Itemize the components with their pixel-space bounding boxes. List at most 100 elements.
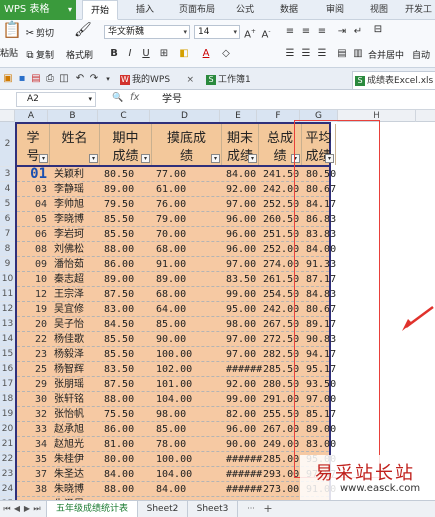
doc-tab-grades[interactable]: S 成绩表Excel.xls [352, 71, 435, 89]
table-cell[interactable]: 285.00 [263, 452, 304, 467]
header-cell[interactable]: 姓名 ▾ [50, 124, 100, 165]
cut-button[interactable]: ✂ 剪切 [24, 26, 54, 40]
column-header-h[interactable]: H [338, 110, 416, 122]
underline-icon[interactable]: U [140, 48, 152, 60]
table-cell[interactable]: 84.17 [306, 197, 337, 212]
table-cell[interactable]: 267.50 [263, 317, 304, 332]
header-cell[interactable]: 摸底成绩 ▾ [152, 124, 222, 165]
table-cell[interactable]: 85.50 [104, 227, 154, 242]
table-cell[interactable]: 89.00 [104, 272, 154, 287]
table-cell[interactable]: 242.00 [263, 182, 304, 197]
filter-dropdown-icon[interactable]: ▾ [325, 154, 334, 163]
table-cell[interactable]: 80.50 [306, 167, 337, 182]
tab-home[interactable]: 开始 [82, 0, 118, 20]
table-cell[interactable]: 79.00 [156, 212, 224, 227]
table-cell[interactable]: 83.83 [306, 227, 337, 242]
table-cell[interactable]: 吴宜修 [54, 302, 102, 317]
add-sheet-icon[interactable]: + [262, 503, 274, 515]
table-cell[interactable]: 241.50 [263, 167, 304, 182]
table-cell[interactable]: 23 [17, 347, 47, 362]
table-cell[interactable]: 84.00 [306, 242, 337, 257]
table-cell[interactable]: 19 [17, 302, 47, 317]
fx-button[interactable]: fx [130, 92, 139, 103]
table-cell[interactable]: 68.00 [156, 242, 224, 257]
distribute-icon[interactable]: ▤ [336, 48, 348, 60]
table-cell[interactable]: 李帅旭 [54, 197, 102, 212]
table-cell[interactable]: 83.00 [104, 302, 154, 317]
table-cell[interactable]: 75.50 [104, 407, 154, 422]
sheet-tab-sheet3[interactable]: Sheet3 [188, 501, 238, 517]
table-cell[interactable]: 80.00 [104, 452, 154, 467]
table-cell[interactable]: 96.00 [226, 227, 261, 242]
next-sheet-icon[interactable]: ▶ [22, 503, 32, 515]
table-cell[interactable]: 91.00 [156, 257, 224, 272]
table-cell[interactable]: 251.50 [263, 227, 304, 242]
table-cell[interactable]: 96.00 [226, 422, 261, 437]
filter-dropdown-icon[interactable]: ▾ [291, 154, 300, 163]
formula-input[interactable]: 学号 [150, 92, 435, 107]
auto-wrap-label[interactable]: 自动 [412, 48, 430, 61]
border-icon[interactable]: ⊞ [158, 48, 170, 60]
table-cell[interactable]: 87.50 [104, 287, 154, 302]
format-painter-button[interactable]: 🖌 [74, 23, 92, 40]
header-cell[interactable]: 总成绩 ▾ [259, 124, 302, 165]
filter-dropdown-icon[interactable]: ▾ [39, 154, 48, 163]
table-cell[interactable]: 252.00 [263, 242, 304, 257]
table-cell[interactable]: 张轩铭 [54, 392, 102, 407]
table-cell[interactable]: 88.00 [104, 392, 154, 407]
chevron-down-icon[interactable]: ▾ [102, 73, 114, 85]
table-cell[interactable]: 88.00 [104, 242, 154, 257]
table-cell[interactable]: 84.00 [156, 482, 224, 497]
align-top-icon[interactable]: ≡ [284, 26, 296, 38]
table-cell[interactable]: 赵旭光 [54, 437, 102, 452]
select-all-corner[interactable] [0, 110, 15, 122]
table-cell[interactable]: 254.50 [263, 287, 304, 302]
align-center-icon[interactable]: ☰ [300, 48, 312, 60]
table-cell[interactable]: 34 [17, 437, 47, 452]
clear-format-icon[interactable]: ◇ [220, 48, 232, 60]
table-cell[interactable]: 82.00 [226, 407, 261, 422]
table-cell[interactable]: 85.00 [156, 317, 224, 332]
table-cell[interactable]: 张怡帆 [54, 407, 102, 422]
row-header[interactable]: 23 [0, 467, 15, 482]
table-cell[interactable]: 32 [17, 407, 47, 422]
table-cell[interactable]: 刘佛松 [54, 242, 102, 257]
doc-tab-workbook1[interactable]: S 工作簿1 [204, 71, 294, 89]
table-cell[interactable]: 10 [17, 272, 47, 287]
table-cell[interactable]: 84.00 [104, 467, 154, 482]
table-cell[interactable]: 李岩珂 [54, 227, 102, 242]
align-right-icon[interactable]: ☰ [316, 48, 328, 60]
table-cell[interactable]: 85.50 [104, 332, 154, 347]
row-header[interactable]: 5 [0, 197, 15, 212]
row-header[interactable]: 15 [0, 347, 15, 362]
table-cell[interactable]: 80.67 [306, 182, 337, 197]
row-header[interactable]: 17 [0, 377, 15, 392]
table-cell[interactable]: 朱晓博 [54, 482, 102, 497]
table-cell[interactable]: 70.00 [156, 227, 224, 242]
table-cell[interactable]: 85.00 [156, 422, 224, 437]
table-cell[interactable]: 33 [17, 422, 47, 437]
table-cell[interactable]: 97.00 [226, 347, 261, 362]
table-cell[interactable]: 赵承旭 [54, 422, 102, 437]
table-cell[interactable]: 80.67 [306, 302, 337, 317]
wrap-icon[interactable]: ↵ [352, 26, 364, 38]
table-cell[interactable]: 杨智辉 [54, 362, 102, 377]
bold-icon[interactable]: B [108, 48, 120, 60]
table-cell[interactable]: 92.00 [226, 377, 261, 392]
row-header[interactable]: 9 [0, 257, 15, 272]
table-cell[interactable]: 86.00 [104, 422, 154, 437]
row-header[interactable]: 22 [0, 452, 15, 467]
table-cell[interactable]: 85.17 [306, 407, 337, 422]
header-cell[interactable]: 平均 成绩 ▾ [302, 124, 336, 165]
table-cell[interactable]: ###### [226, 482, 262, 497]
justify-icon[interactable]: ▥ [352, 48, 364, 60]
pdf-icon[interactable]: ▤ [30, 73, 42, 85]
table-cell[interactable]: 84.00 [226, 167, 261, 182]
save-icon[interactable]: ▪ [16, 73, 28, 85]
table-cell[interactable]: 272.50 [263, 332, 304, 347]
table-cell[interactable]: 25 [17, 362, 47, 377]
table-cell[interactable]: 92.00 [226, 182, 261, 197]
table-cell[interactable]: 杨毅泽 [54, 347, 102, 362]
table-cell[interactable]: 98.00 [156, 407, 224, 422]
table-cell[interactable]: 242.00 [263, 302, 304, 317]
